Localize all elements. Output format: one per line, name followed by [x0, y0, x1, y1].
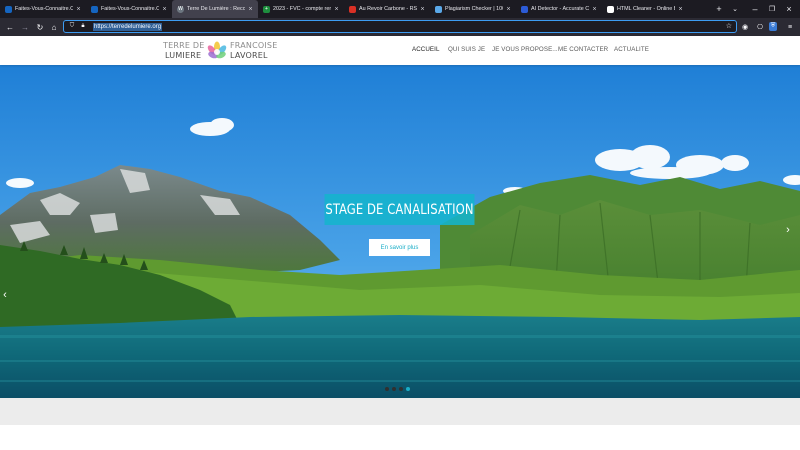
browser-tab[interactable]: + 2023 - FVC - compte rend ×	[258, 0, 344, 18]
lotus-logo-icon	[207, 41, 227, 59]
favicon-icon	[349, 5, 356, 13]
close-tab-icon[interactable]: ×	[247, 6, 254, 13]
reload-icon[interactable]: ↻	[34, 21, 46, 33]
browser-tab-bar: Faites-Vous-Connaitre.Com × Faites-Vous-…	[0, 0, 800, 18]
forward-icon[interactable]: →	[19, 21, 31, 33]
content-band	[0, 398, 800, 425]
favicon-icon	[91, 5, 98, 13]
site-logo[interactable]: TERRE DE LUMIERE FRANCOISE LAVOREL	[163, 40, 278, 62]
logo-text: FRANCOISE	[230, 41, 278, 50]
minimize-window-icon[interactable]: –	[748, 0, 762, 18]
new-tab-button[interactable]: +	[713, 0, 725, 18]
pocket-icon[interactable]: ◉	[740, 22, 750, 32]
menu-item-actualite[interactable]: ACTUALITE	[614, 46, 649, 53]
browser-tab[interactable]: Faites-Vous-Connaitre.Com ×	[86, 0, 172, 18]
bookmark-star-icon[interactable]: ☆	[726, 22, 732, 30]
tab-title: HTML Cleaner - Online Beau	[617, 6, 675, 12]
tab-title: Au Revoir Carbone - RSE Cl	[359, 6, 417, 12]
close-tab-icon[interactable]: ×	[419, 6, 426, 13]
tab-title: Terre De Lumière : Reconn	[187, 6, 245, 12]
slider-next-arrow-icon[interactable]: ›	[783, 223, 793, 237]
slider-dot[interactable]	[385, 387, 389, 391]
slider-pagination	[385, 387, 410, 391]
slider-dot[interactable]	[392, 387, 396, 391]
close-tab-icon[interactable]: ×	[333, 6, 340, 13]
hero-title: STAGE DE CANALISATION	[324, 194, 475, 225]
hero-slider: ‹ ›	[0, 65, 800, 398]
menu-item-accueil[interactable]: ACCUEIL	[412, 46, 440, 53]
sheets-favicon-icon: +	[263, 5, 270, 13]
tab-title: 2023 - FVC - compte rend	[273, 6, 331, 12]
favicon-icon	[607, 5, 614, 13]
favicon-icon	[521, 5, 528, 13]
close-tab-icon[interactable]: ×	[677, 6, 684, 13]
lock-icon[interactable]: 🔒︎	[79, 23, 87, 31]
menu-item-qui-suis-je[interactable]: QUI SUIS JE	[448, 46, 485, 53]
url-text[interactable]: https://terredelumiere.org	[93, 22, 163, 31]
slider-prev-arrow-icon[interactable]: ‹	[0, 288, 10, 302]
browser-tab-active[interactable]: W Terre De Lumière : Reconn ×	[172, 0, 258, 18]
favicon-icon	[435, 5, 442, 13]
list-tabs-icon[interactable]: ⌄	[729, 0, 741, 18]
browser-nav-bar: ← → ↻ ⌂ ⛉ 🔒︎ https://terredelumiere.org …	[0, 18, 800, 36]
logo-text: LAVOREL	[230, 51, 268, 60]
restore-window-icon[interactable]: ❐	[765, 0, 779, 18]
menu-hamburger-icon[interactable]: ≡	[785, 22, 795, 32]
browser-tab[interactable]: Au Revoir Carbone - RSE Cl ×	[344, 0, 430, 18]
tab-title: Plagiarism Checker | 100% F	[445, 6, 503, 12]
browser-tab[interactable]: HTML Cleaner - Online Beau ×	[602, 0, 688, 18]
back-icon[interactable]: ←	[4, 21, 16, 33]
menu-item-je-vous-propose[interactable]: JE VOUS PROPOSE...	[492, 46, 558, 53]
mountain-lake-image	[0, 65, 800, 398]
bitwarden-extension-icon[interactable]: ⛨	[769, 22, 777, 31]
browser-tab[interactable]: Plagiarism Checker | 100% F ×	[430, 0, 516, 18]
site-header: TERRE DE LUMIERE FRANCOISE LAVOREL ACCUE…	[0, 36, 800, 65]
tab-title: Faites-Vous-Connaitre.Com	[15, 6, 73, 12]
account-icon[interactable]: ⎔	[755, 22, 765, 32]
tab-title: Faites-Vous-Connaitre.Com	[101, 6, 159, 12]
home-icon[interactable]: ⌂	[48, 21, 60, 33]
close-tab-icon[interactable]: ×	[75, 6, 82, 13]
address-bar[interactable]: ⛉ 🔒︎ https://terredelumiere.org ☆	[63, 20, 737, 33]
tracking-shield-icon[interactable]: ⛉	[68, 23, 76, 31]
tab-title: AI Detector - Accurate Chat	[531, 6, 589, 12]
close-window-icon[interactable]: ×	[782, 0, 796, 18]
slider-dot[interactable]	[399, 387, 403, 391]
learn-more-button[interactable]: En savoir plus	[369, 239, 430, 256]
menu-item-me-contacter[interactable]: ME CONTACTER	[558, 46, 608, 53]
close-tab-icon[interactable]: ×	[161, 6, 168, 13]
favicon-icon	[5, 5, 12, 13]
close-tab-icon[interactable]: ×	[505, 6, 512, 13]
page-content-area	[0, 425, 800, 450]
logo-text: TERRE DE	[163, 41, 205, 50]
close-tab-icon[interactable]: ×	[591, 6, 598, 13]
logo-text: LUMIERE	[165, 51, 202, 60]
wordpress-favicon-icon: W	[177, 5, 184, 13]
browser-tab[interactable]: AI Detector - Accurate Chat ×	[516, 0, 602, 18]
slider-dot-active[interactable]	[406, 387, 410, 391]
browser-tab[interactable]: Faites-Vous-Connaitre.Com ×	[0, 0, 86, 18]
